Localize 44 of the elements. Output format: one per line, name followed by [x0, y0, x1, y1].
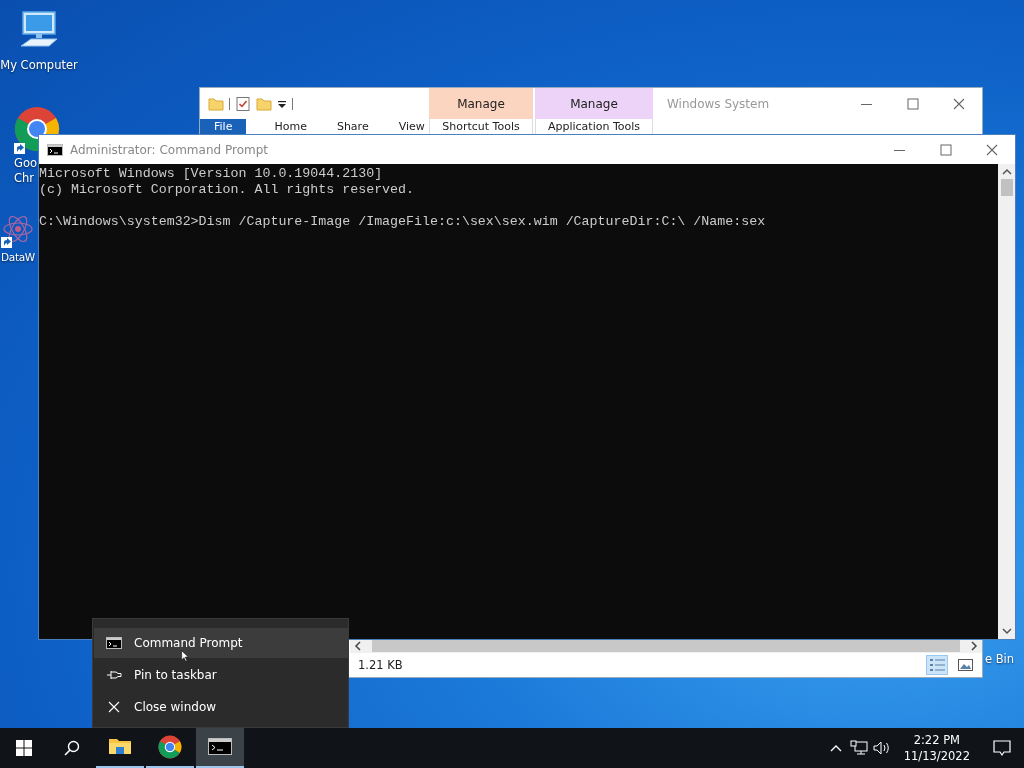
file-menu-tab[interactable]: File [200, 119, 247, 134]
window-title: Windows System [666, 95, 771, 113]
pointer-icon [181, 650, 189, 662]
close-icon [106, 701, 122, 713]
scroll-right-icon[interactable] [970, 641, 978, 651]
maximize-icon[interactable] [907, 97, 919, 110]
notifications-icon[interactable] [993, 739, 1011, 757]
details-view-button[interactable] [926, 655, 948, 675]
console-text: Microsoft Windows [Version 10.0.19044.2130] [39, 166, 383, 182]
start-icon[interactable] [16, 740, 32, 756]
scroll-down-icon[interactable] [1001, 626, 1012, 636]
volume-icon[interactable] [873, 740, 892, 756]
scroll-left-icon[interactable] [354, 641, 362, 651]
browser-icon [158, 735, 182, 759]
maximize-icon[interactable] [940, 143, 952, 156]
icon-label[interactable]: Chr [14, 171, 35, 186]
context-tab-header: Manage [535, 88, 653, 119]
taskbar-app-button[interactable] [196, 728, 244, 768]
search-icon[interactable] [64, 740, 80, 756]
scrollbar-thumb[interactable] [1000, 179, 1013, 196]
terminal-icon [47, 143, 63, 156]
chevron-up-icon[interactable] [830, 744, 843, 752]
vertical-scrollbar[interactable] [998, 164, 1015, 639]
icon-label[interactable]: My Computer [0, 58, 78, 73]
ribbon-tab[interactable]: Share [322, 119, 383, 134]
console-text: (c) Microsoft Corporation. All rights reserved. [39, 182, 415, 198]
status-text: 1.21 KB [358, 658, 404, 672]
menu-item[interactable]: Command Prompt [94, 628, 348, 658]
clock-time[interactable]: 2:22 PM [913, 732, 960, 748]
terminal-icon [106, 637, 122, 649]
clock-date[interactable]: 11/13/2022 [903, 748, 970, 764]
context-tab-header: Manage [429, 88, 533, 119]
scroll-up-icon[interactable] [1001, 167, 1012, 177]
menu-item[interactable]: Pin to taskbar [94, 660, 348, 690]
checklist-icon[interactable] [235, 95, 251, 112]
close-icon[interactable] [953, 97, 965, 110]
icon-label[interactable]: Goo [14, 156, 37, 171]
menu-item[interactable]: Close window [94, 692, 348, 722]
close-icon[interactable] [986, 143, 998, 156]
pin-icon [106, 669, 122, 681]
console-text: C:\Windows\system32>Dism /Capture-Image /ImageFile:c:\sex\sex.wim /CaptureDir:C:\ /Name:sex [39, 214, 766, 230]
ribbon-tab[interactable]: Home [260, 119, 321, 134]
icon-label[interactable]: DataW [1, 250, 35, 265]
window-title: Administrator: Command Prompt [69, 142, 269, 157]
